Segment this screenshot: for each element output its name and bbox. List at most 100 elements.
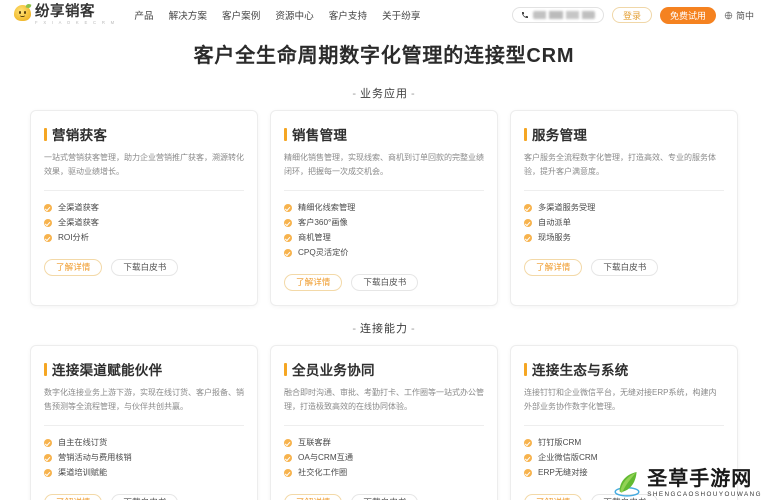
list-item: OA与CRM互通 bbox=[284, 451, 484, 466]
check-icon bbox=[524, 219, 532, 228]
card-channel-partner[interactable]: 连接渠道赋能伙伴 数字化连接业务上游下游，实现在线订货、客户报备、销售预测等全流… bbox=[30, 345, 258, 500]
download-whitepaper-button[interactable]: 下载白皮书 bbox=[111, 493, 179, 500]
accent-bar-icon bbox=[524, 362, 527, 376]
nav-item-products[interactable]: 产品 bbox=[134, 8, 153, 22]
feature-list: 自主在线订货 营销活动与费用核销 渠道培训赋能 bbox=[44, 436, 244, 481]
login-button[interactable]: 登录 bbox=[611, 7, 652, 23]
accent-bar-icon bbox=[284, 127, 287, 141]
card-sales[interactable]: 销售管理 精细化销售管理，实现线索、商机到订单回款的完整业绩闭环，把握每一次成交… bbox=[270, 110, 498, 306]
divider bbox=[284, 190, 484, 191]
learn-more-button[interactable]: 了解详情 bbox=[44, 258, 103, 276]
list-item: 精细化线索管理 bbox=[284, 201, 484, 216]
card-description: 数字化连接业务上游下游，实现在线订货、客户报备、销售预测等全流程管理，与伙伴共创… bbox=[44, 388, 244, 411]
accent-bar-icon bbox=[284, 362, 287, 376]
feature-list: 钉钉版CRM 企业微信版CRM ERP无缝对接 bbox=[524, 436, 724, 481]
section-label-connect-text: 连接能力 bbox=[360, 323, 408, 335]
globe-icon bbox=[724, 11, 733, 19]
list-item: 客户360°画像 bbox=[284, 216, 484, 231]
check-icon bbox=[284, 234, 292, 243]
feature-label: 商机管理 bbox=[298, 233, 331, 243]
list-item: 现场服务 bbox=[524, 231, 724, 246]
feature-label: 全渠道获客 bbox=[58, 218, 99, 228]
feature-label: ROI分析 bbox=[58, 233, 89, 243]
list-item: 互联客群 bbox=[284, 436, 484, 451]
nav-item-solutions[interactable]: 解决方案 bbox=[169, 8, 207, 22]
site-header: 纷享销客 F X I A O K E C R M 产品 解决方案 客户案例 资源… bbox=[0, 0, 768, 30]
learn-more-button[interactable]: 了解详情 bbox=[524, 493, 583, 500]
feature-label: 现场服务 bbox=[538, 233, 571, 243]
phone-number-pill[interactable] bbox=[511, 7, 604, 23]
card-marketing[interactable]: 营销获客 一站式营销获客管理，助力企业营销推广获客，溯源转化效果，驱动业绩增长。… bbox=[30, 110, 258, 306]
divider bbox=[524, 190, 724, 191]
card-service[interactable]: 服务管理 客户服务全流程数字化管理，打造高效、专业的服务体验，提升客户满意度。 … bbox=[510, 110, 738, 306]
nav-item-resources[interactable]: 资源中心 bbox=[275, 8, 313, 22]
feature-label: 自动派单 bbox=[538, 218, 571, 228]
page-root: 纷享销客 F X I A O K E C R M 产品 解决方案 客户案例 资源… bbox=[0, 0, 768, 500]
download-whitepaper-button[interactable]: 下载白皮书 bbox=[111, 258, 179, 276]
download-whitepaper-button[interactable]: 下载白皮书 bbox=[351, 493, 419, 500]
accent-bar-icon bbox=[524, 127, 527, 141]
card-description: 连接钉钉和企业微信平台，无缝对接ERP系统，构建内外部业务协作数字化管理。 bbox=[524, 388, 717, 411]
card-header: 销售管理 bbox=[284, 124, 484, 144]
feature-label: 企业微信版CRM bbox=[538, 453, 598, 463]
card-grid-connect: 连接渠道赋能伙伴 数字化连接业务上游下游，实现在线订货、客户报备、销售预测等全流… bbox=[0, 345, 768, 500]
check-icon bbox=[284, 249, 292, 258]
feature-list: 互联客群 OA与CRM互通 社交化工作圈 bbox=[284, 436, 484, 481]
list-item: 社交化工作圈 bbox=[284, 466, 484, 481]
learn-more-button[interactable]: 了解详情 bbox=[44, 493, 103, 500]
check-icon bbox=[284, 454, 292, 463]
divider bbox=[284, 425, 484, 426]
language-switcher[interactable]: 简中 bbox=[724, 9, 754, 22]
section-label-business-text: 业务应用 bbox=[360, 88, 408, 100]
header-actions: 登录 免费试用 简中 bbox=[511, 6, 754, 24]
check-icon bbox=[524, 204, 532, 213]
hero-section: 客户全生命周期数字化管理的连接型CRM bbox=[0, 30, 768, 71]
nav-item-about[interactable]: 关于纷享 bbox=[382, 8, 420, 22]
feature-list: 全渠道获客 全渠道获客 ROI分析 bbox=[44, 201, 244, 246]
check-icon bbox=[524, 469, 532, 478]
feature-label: 自主在线订货 bbox=[58, 438, 108, 448]
feature-list: 精细化线索管理 客户360°画像 商机管理 CPQ灵活定价 bbox=[284, 201, 484, 261]
feature-label: 全渠道获客 bbox=[58, 203, 99, 213]
card-actions: 了解详情 下载白皮书 bbox=[524, 258, 724, 289]
check-icon bbox=[44, 454, 52, 463]
feature-label: 钉钉版CRM bbox=[538, 438, 582, 448]
card-collaboration[interactable]: 全员业务协同 融合即时沟通、审批、考勤打卡、工作圈等一站式办公管理，打造极致高效… bbox=[270, 345, 498, 500]
card-ecosystem[interactable]: 连接生态与系统 连接钉钉和企业微信平台，无缝对接ERP系统，构建内外部业务协作数… bbox=[510, 345, 738, 500]
feature-label: 渠道培训赋能 bbox=[58, 468, 108, 478]
check-icon bbox=[284, 469, 292, 478]
card-title: 销售管理 bbox=[292, 128, 348, 143]
card-actions: 了解详情 下载白皮书 bbox=[524, 493, 724, 500]
card-header: 连接渠道赋能伙伴 bbox=[44, 359, 244, 379]
download-whitepaper-button[interactable]: 下载白皮书 bbox=[591, 258, 659, 276]
brand-name: 纷享销客 bbox=[35, 3, 95, 20]
card-header: 营销获客 bbox=[44, 124, 244, 144]
card-title: 全员业务协同 bbox=[292, 363, 375, 378]
section-label-connect: - 连接能力 - bbox=[352, 323, 416, 335]
check-icon bbox=[44, 234, 52, 243]
card-description: 客户服务全流程数字化管理，打造高效、专业的服务体验，提升客户满意度。 bbox=[524, 153, 716, 176]
list-item: 企业微信版CRM bbox=[524, 451, 724, 466]
learn-more-button[interactable]: 了解详情 bbox=[284, 493, 343, 500]
nav-item-support[interactable]: 客户支持 bbox=[329, 8, 367, 22]
main-nav: 产品 解决方案 客户案例 资源中心 客户支持 关于纷享 bbox=[134, 8, 420, 22]
divider bbox=[44, 190, 244, 191]
download-whitepaper-button[interactable]: 下载白皮书 bbox=[591, 493, 659, 500]
card-actions: 了解详情 下载白皮书 bbox=[44, 493, 244, 500]
check-icon bbox=[44, 469, 52, 478]
check-icon bbox=[284, 204, 292, 213]
list-item: 全渠道获客 bbox=[44, 201, 244, 216]
card-header: 服务管理 bbox=[524, 124, 724, 144]
accent-bar-icon bbox=[44, 362, 47, 376]
list-item: ERP无缝对接 bbox=[524, 466, 724, 481]
accent-bar-icon bbox=[44, 127, 47, 141]
check-icon bbox=[44, 204, 52, 213]
feature-label: CPQ灵活定价 bbox=[298, 248, 349, 258]
brand-logo[interactable]: 纷享销客 F X I A O K E C R M bbox=[14, 3, 116, 25]
learn-more-button[interactable]: 了解详情 bbox=[284, 273, 343, 291]
feature-label: ERP无缝对接 bbox=[538, 468, 588, 478]
download-whitepaper-button[interactable]: 下载白皮书 bbox=[351, 273, 419, 291]
nav-item-cases[interactable]: 客户案例 bbox=[222, 8, 260, 22]
learn-more-button[interactable]: 了解详情 bbox=[524, 258, 583, 276]
free-trial-button[interactable]: 免费试用 bbox=[659, 6, 716, 24]
